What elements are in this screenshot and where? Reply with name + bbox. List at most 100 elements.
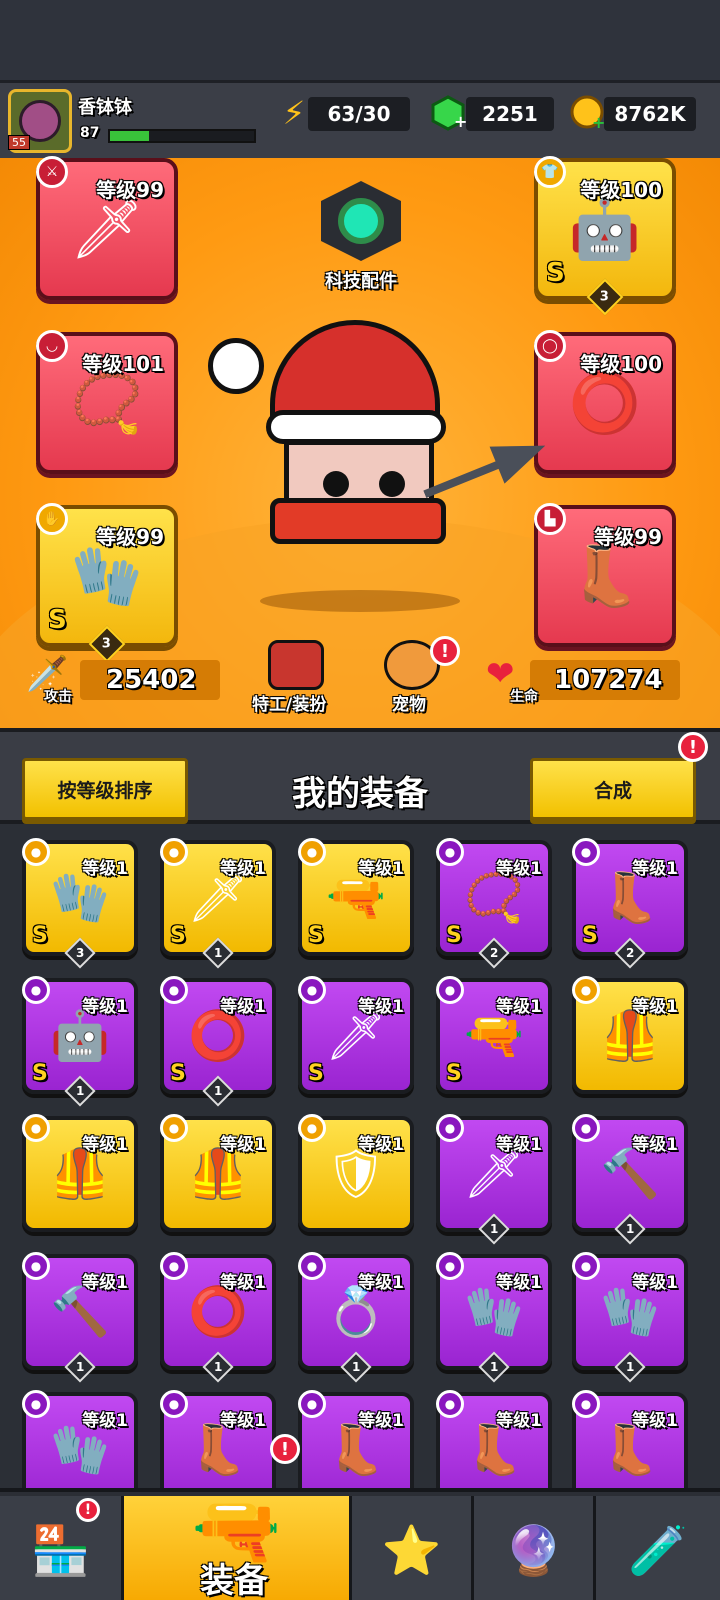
necklace-icon: 📿 <box>70 369 144 437</box>
gem-counter: 2251 <box>466 97 554 131</box>
inventory-item[interactable]: ● 等级1 👢 <box>160 1390 276 1488</box>
belt-icon: ⭕ <box>568 369 642 437</box>
item-icon: 👢 <box>600 1422 660 1478</box>
item-type-icon: ● <box>160 838 188 866</box>
glove-type-icon: ✋ <box>36 503 68 535</box>
gem-icon[interactable]: + <box>428 93 468 133</box>
inventory-item[interactable]: ● 等级1 🦺 <box>22 1114 138 1232</box>
item-icon: 🦺 <box>600 1008 660 1064</box>
inventory-item[interactable]: ● 等级1 🤖 S 1 <box>22 976 138 1107</box>
item-icon: 🦺 <box>50 1146 110 1202</box>
item-icon: 🗡 <box>187 870 249 926</box>
hp-value: 107274 <box>530 660 680 700</box>
inventory-item[interactable]: ● 等级1 ⭕ S 1 <box>160 976 276 1107</box>
item-type-icon: ● <box>298 838 326 866</box>
necklace-type-icon: ◡ <box>36 330 68 362</box>
item-level: 等级1 <box>496 997 542 1017</box>
inventory-item[interactable]: ● 等级1 🔫 S <box>436 976 552 1094</box>
svg-text:+: + <box>454 112 466 131</box>
inventory-item[interactable]: ● 等级1 ⭕ 1 <box>160 1252 276 1383</box>
item-level: 等级1 <box>496 1411 542 1431</box>
agent-costume-label[interactable]: 特工/装扮 <box>252 690 326 715</box>
item-icon: ⭕ <box>188 1284 248 1340</box>
player-level-badge: 55 <box>8 135 30 150</box>
tech-hex-icon <box>321 181 401 261</box>
item-level: 等级1 <box>82 1135 128 1155</box>
attack-label: 攻击 <box>44 689 72 705</box>
inventory-item[interactable]: ● 等级1 🦺 <box>572 976 688 1094</box>
inventory-item[interactable]: ● 等级1 📿 S 2 <box>436 838 552 969</box>
item-icon: ⭕ <box>188 1008 248 1064</box>
inventory-item[interactable]: ● 等级1 🧤 1 <box>572 1252 688 1383</box>
coin-icon[interactable]: + <box>568 93 608 133</box>
tech-parts-label: 科技配件 <box>325 271 397 292</box>
tech-parts-button[interactable] <box>318 178 404 264</box>
pet-label[interactable]: 宠物 <box>392 690 426 715</box>
item-icon: 🧤 <box>50 870 110 926</box>
item-count-badge: 2 <box>614 937 646 969</box>
item-icon: 🤖 <box>50 1008 110 1064</box>
inventory-item[interactable]: ● 等级1 🧤 S 3 <box>22 838 138 969</box>
inventory-item[interactable]: ● 等级1 💍 1 <box>298 1252 414 1383</box>
nav-hero-tab[interactable]: ⭐ <box>352 1496 474 1600</box>
item-icon: 🔨 <box>600 1146 660 1202</box>
equipped-slot-belt[interactable]: ◯ 等级100 ⭕ <box>534 330 676 474</box>
inventory-item[interactable]: ● 等级1 🗡 1 <box>436 1114 552 1245</box>
agent-icon[interactable] <box>268 640 324 690</box>
inventory-item[interactable]: ● 等级1 🗡 S <box>298 976 414 1094</box>
inventory-item[interactable]: ● 等级1 🛡 <box>298 1114 414 1232</box>
inventory-item[interactable]: ● 等级1 🔨 1 <box>572 1114 688 1245</box>
s-rank-badge: S <box>446 1061 462 1086</box>
item-level: 等级1 <box>632 1273 678 1293</box>
inventory-item[interactable]: ● 等级1 🦺 <box>160 1114 276 1232</box>
nav-shop-tab[interactable]: 🏪 <box>0 1496 124 1600</box>
hero-character[interactable] <box>208 320 460 590</box>
inventory-item[interactable]: ● 等级1 🗡 S 1 <box>160 838 276 969</box>
s-rank-badge: S <box>308 923 324 948</box>
inventory-item[interactable]: ● 等级1 🧤 1 <box>436 1252 552 1383</box>
item-level: 等级1 <box>220 1135 266 1155</box>
item-level: 等级1 <box>358 997 404 1017</box>
item-count-badge: 1 <box>614 1351 646 1383</box>
item-type-icon: ● <box>160 976 188 1004</box>
inventory-item[interactable]: ● 等级1 👢 <box>436 1390 552 1488</box>
item-level: 等级1 <box>358 1135 404 1155</box>
inventory-item[interactable]: ● 等级1 🔨 1 <box>22 1252 138 1383</box>
item-type-icon: ● <box>572 1252 600 1280</box>
attack-value: 25402 <box>80 660 220 700</box>
s-rank-badge: S <box>48 605 67 635</box>
coin-counter: 8762K <box>604 97 696 131</box>
equipped-slot-boots[interactable]: ▙ 等级99 👢 <box>534 503 676 647</box>
inventory-item[interactable]: ● 等级1 🧤 <box>22 1390 138 1488</box>
inventory-item[interactable]: ● 等级1 🔫 S <box>298 838 414 956</box>
item-icon: 🗡 <box>463 1146 525 1202</box>
inventory-item[interactable]: ● 等级1 👢 <box>298 1390 414 1488</box>
inventory-item[interactable]: ● 等级1 👢 <box>572 1390 688 1488</box>
equipped-slot-necklace[interactable]: ◡ 等级101 📿 <box>36 330 178 474</box>
merge-button[interactable]: 合成 <box>530 758 696 820</box>
item-level: 等级1 <box>358 1273 404 1293</box>
item-level: 等级1 <box>220 1273 266 1293</box>
equipped-slot-weapon[interactable]: ⚔ 等级99 🗡 <box>36 156 178 300</box>
s-rank-badge: S <box>308 1061 324 1086</box>
equipped-slot-glove[interactable]: ✋ 等级99 🧤 S 3 <box>36 503 178 663</box>
item-icon: 👢 <box>188 1422 248 1478</box>
equipped-slot-armor[interactable]: 👕 等级100 🤖 S 3 <box>534 156 676 316</box>
merge-alert-badge: ! <box>678 732 708 762</box>
item-count-badge: 1 <box>202 1075 234 1107</box>
inventory-item[interactable]: ● 等级1 👢 S 2 <box>572 838 688 969</box>
item-level: 等级1 <box>358 859 404 879</box>
hero-eye-left <box>323 471 349 497</box>
bottom-nav: 🏪 ! 🔫 ⭐ 🔮 🧪 <box>0 1488 720 1600</box>
status-strip <box>0 0 720 80</box>
item-type-icon: ● <box>22 1252 50 1280</box>
equipped-level: 等级99 <box>594 525 662 549</box>
tech-core-icon <box>338 198 384 244</box>
pet-alert-badge: ! <box>430 636 460 666</box>
item-count-badge: 1 <box>64 1351 96 1383</box>
nav-lab-tab[interactable]: 🧪 <box>596 1496 720 1600</box>
nav-dungeon-tab[interactable]: 🔮 <box>474 1496 596 1600</box>
sort-by-level-button[interactable]: 按等级排序 <box>22 758 188 820</box>
item-count-badge: 1 <box>478 1351 510 1383</box>
nav-equipment-label[interactable]: 装备 <box>200 1553 268 1600</box>
